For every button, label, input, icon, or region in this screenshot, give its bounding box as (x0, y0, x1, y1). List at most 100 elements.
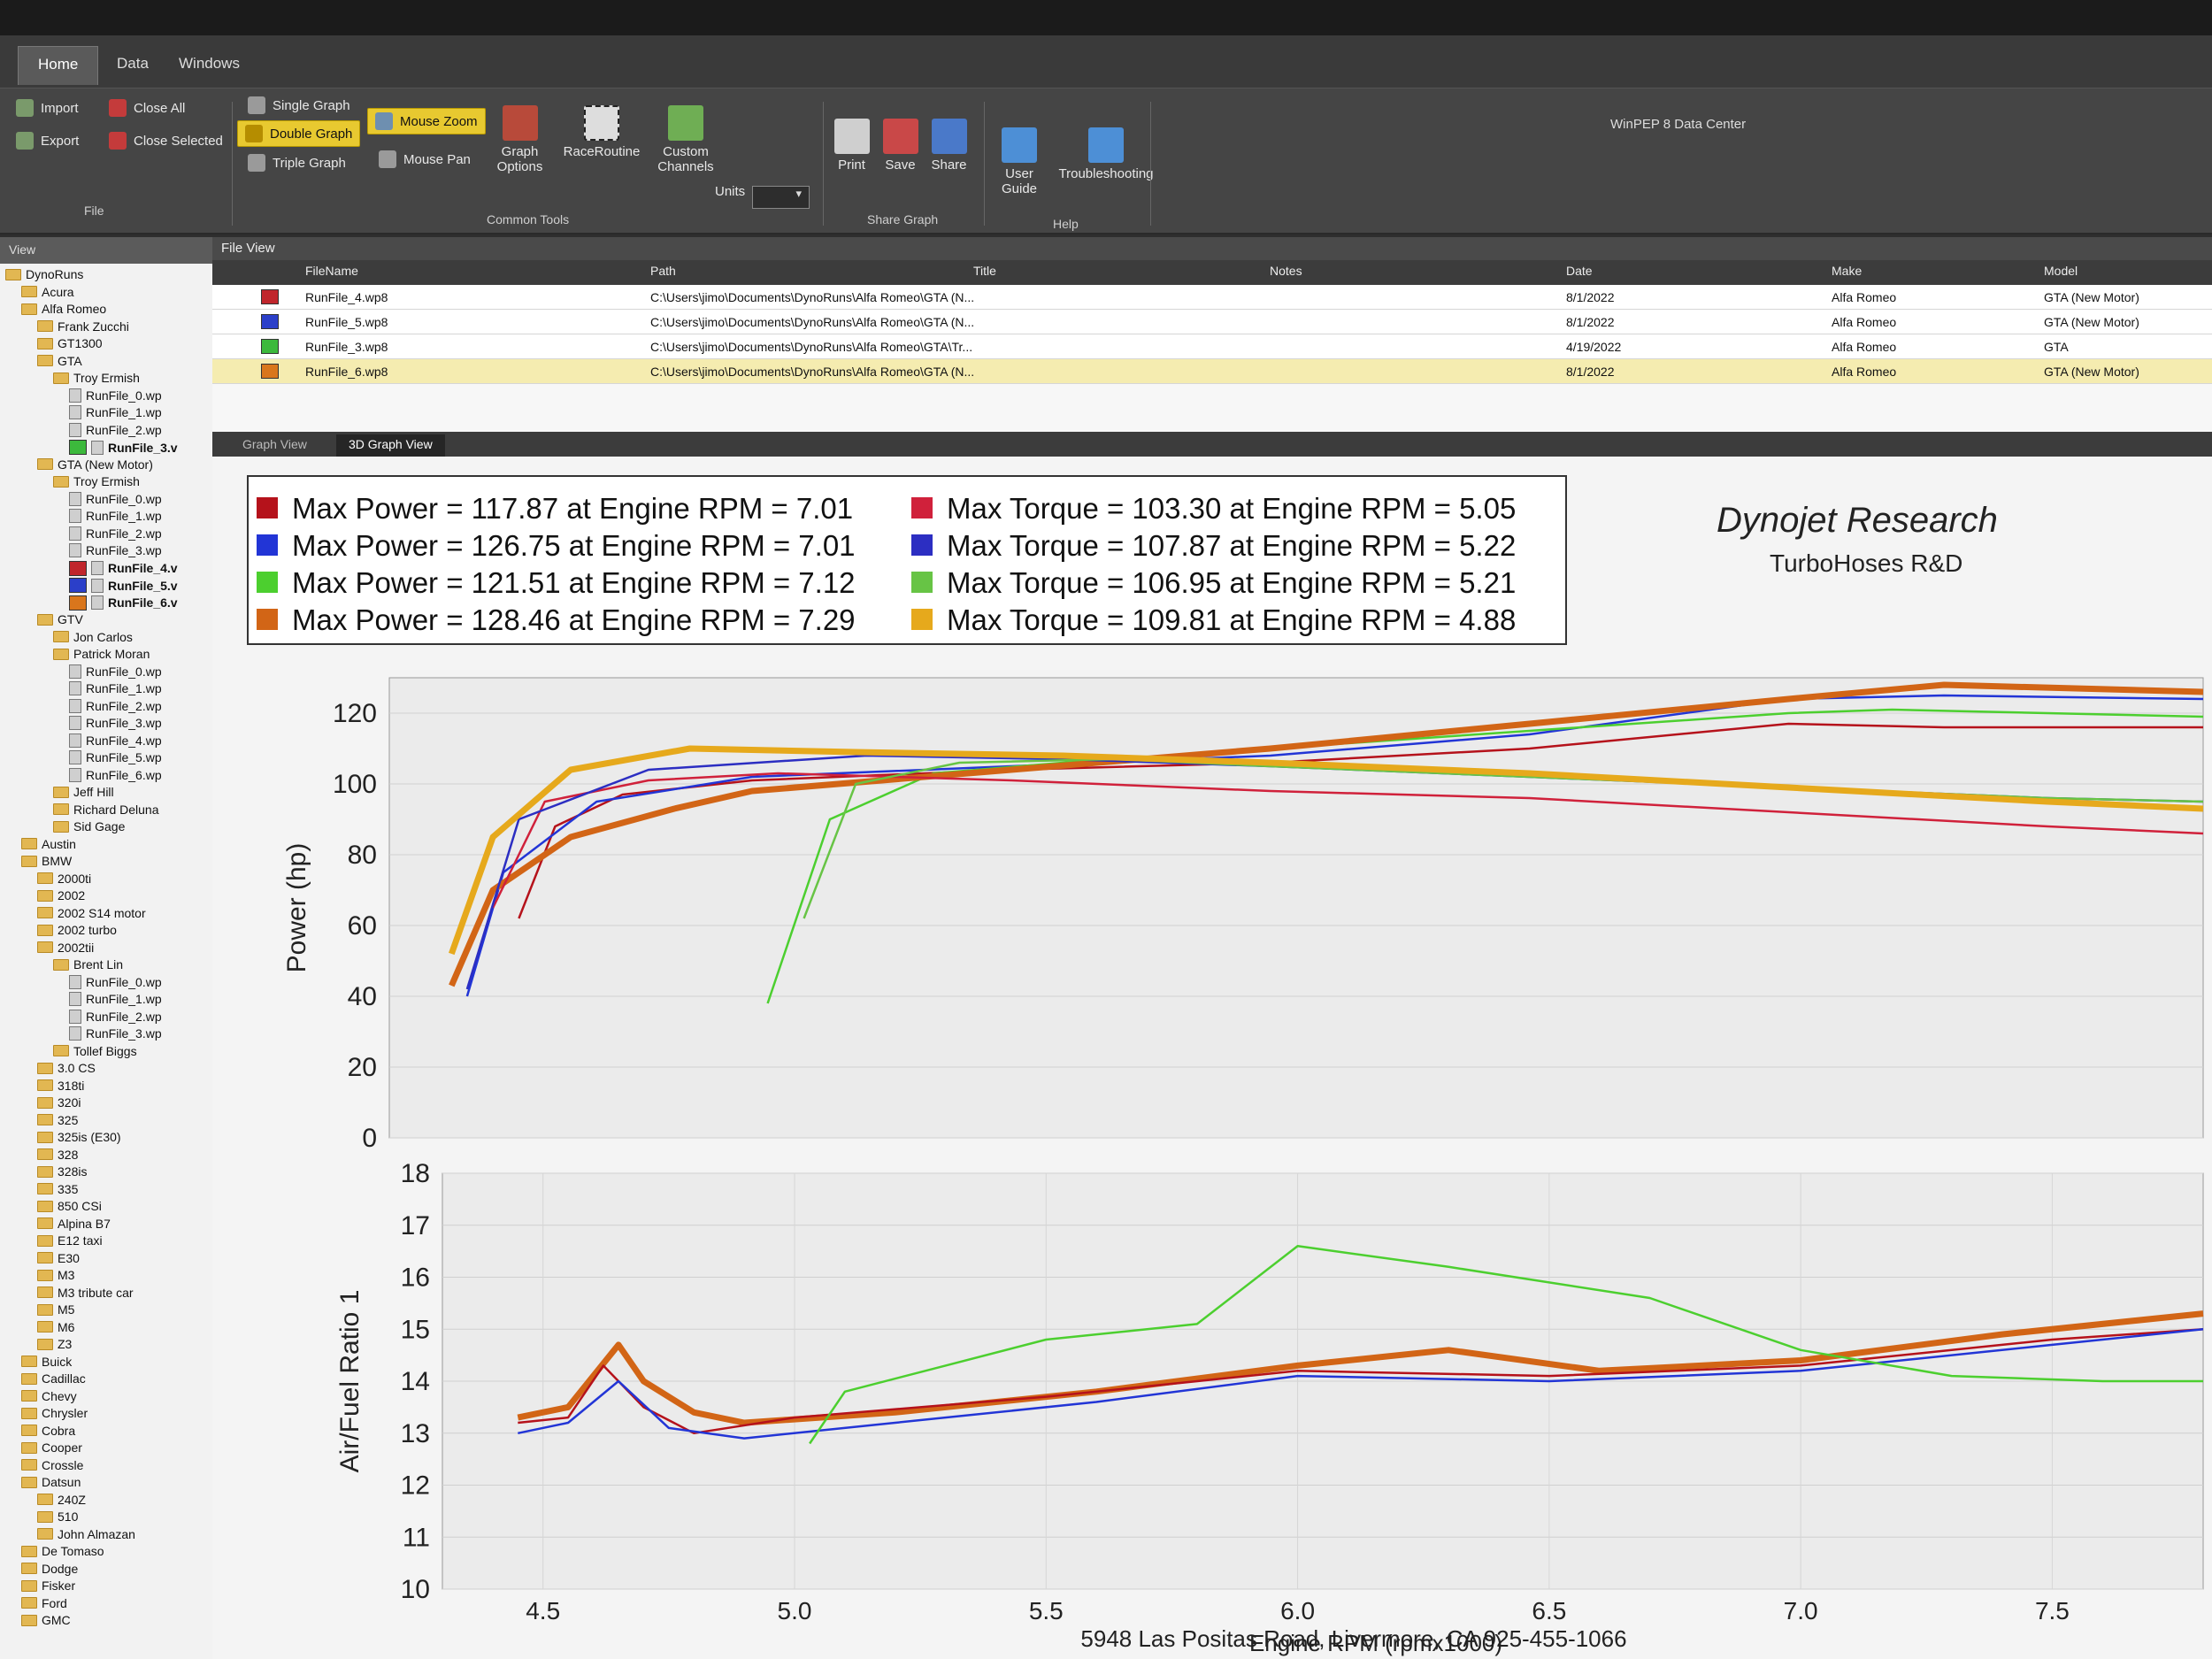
tree-item[interactable]: Troy Ermish (53, 371, 140, 385)
run-color-swatch[interactable] (261, 339, 279, 354)
tree-item[interactable]: RunFile_3.wp (69, 1026, 162, 1041)
tree-item[interactable]: Patrick Moran (53, 647, 150, 661)
tree-item[interactable]: 3.0 CS (37, 1061, 96, 1075)
tree-item[interactable]: 325is (E30) (37, 1130, 121, 1144)
tree-item[interactable]: 325 (37, 1113, 78, 1127)
tree-item[interactable]: M6 (37, 1320, 74, 1334)
file-table-row[interactable]: RunFile_5.wp8 C:\Users\jimo\Documents\Dyn… (212, 310, 2212, 334)
tree-item[interactable]: RunFile_1.wp (69, 509, 162, 523)
tree-item[interactable]: M3 (37, 1268, 74, 1282)
tree-item[interactable]: GT1300 (37, 336, 103, 350)
tab-home[interactable]: Home (18, 46, 99, 85)
column-model[interactable]: Model (2044, 264, 2078, 278)
tree-item[interactable]: RunFile_6.v (69, 595, 178, 611)
tree-item[interactable]: 2002 (37, 888, 85, 902)
tree-item[interactable]: Richard Deluna (53, 803, 159, 817)
triple-graph-button[interactable]: Triple Graph (241, 150, 353, 175)
tree-item[interactable]: Frank Zucchi (37, 319, 129, 334)
tree-item[interactable]: 850 CSi (37, 1199, 102, 1213)
tree-item[interactable]: RunFile_6.wp (69, 767, 162, 782)
share-button[interactable]: Share (925, 115, 973, 176)
tree-item[interactable]: GTV (37, 612, 83, 626)
file-table-row[interactable]: RunFile_4.wp8 C:\Users\jimo\Documents\Dyn… (212, 285, 2212, 310)
close-selected-button[interactable]: Close Selected (102, 128, 230, 153)
tree-item[interactable]: Jon Carlos (53, 630, 133, 644)
tree-item[interactable]: Alpina B7 (37, 1217, 111, 1231)
close-all-button[interactable]: Close All (102, 96, 192, 120)
tree-item[interactable]: 335 (37, 1182, 78, 1196)
file-table-row[interactable]: RunFile_3.wp8 C:\Users\jimo\Documents\Dyn… (212, 334, 2212, 359)
tree-item[interactable]: DynoRuns (5, 267, 83, 281)
tree-item[interactable]: 2002 S14 motor (37, 906, 146, 920)
tree-item[interactable]: 240Z (37, 1493, 86, 1507)
tree-item[interactable]: Cadillac (21, 1371, 86, 1386)
mouse-pan-button[interactable]: Mouse Pan (372, 147, 478, 172)
tree-item[interactable]: De Tomaso (21, 1544, 104, 1558)
save-button[interactable]: Save (876, 115, 925, 176)
run-color-swatch[interactable] (261, 364, 279, 379)
mouse-zoom-button[interactable]: Mouse Zoom (367, 108, 486, 134)
units-dropdown[interactable]: ▾ (752, 186, 810, 209)
tree-item[interactable]: Z3 (37, 1337, 72, 1351)
tree-item[interactable]: RunFile_5.v (69, 578, 178, 593)
column-filename[interactable]: FileName (305, 264, 358, 278)
tree-item[interactable]: 328 (37, 1148, 78, 1162)
tree-item[interactable]: GTA (New Motor) (37, 457, 153, 472)
tree-item[interactable]: RunFile_2.wp (69, 526, 162, 541)
tree-item[interactable]: Cobra (21, 1424, 75, 1438)
tree-item[interactable]: M3 tribute car (37, 1286, 134, 1300)
tree-item[interactable]: RunFile_3.wp (69, 716, 162, 730)
user-guide-button[interactable]: User Guide (984, 124, 1055, 200)
file-table-row[interactable]: RunFile_6.wp8 C:\Users\jimo\Documents\Dyn… (212, 359, 2212, 384)
tree-item[interactable]: BMW (21, 854, 72, 868)
tree-item[interactable]: RunFile_4.v (69, 560, 178, 576)
tree-item[interactable]: Austin (21, 837, 76, 851)
tree-item[interactable]: Troy Ermish (53, 474, 140, 488)
tree-item[interactable]: RunFile_0.wp (69, 388, 162, 403)
tree-item[interactable]: Alfa Romeo (21, 302, 106, 316)
import-button[interactable]: Import (9, 96, 86, 120)
tree-item[interactable]: 2002 turbo (37, 923, 117, 937)
tree-item[interactable]: RunFile_3.wp (69, 543, 162, 557)
tree-item[interactable]: RunFile_1.wp (69, 681, 162, 695)
tree-item[interactable]: RunFile_5.wp (69, 750, 162, 764)
tree-item[interactable]: RunFile_4.wp (69, 733, 162, 748)
tree-item[interactable]: E12 taxi (37, 1233, 103, 1248)
tree-item[interactable]: RunFile_0.wp (69, 664, 162, 679)
graph-options-button[interactable]: Graph Options (491, 102, 549, 178)
tree-item[interactable]: Cooper (21, 1440, 82, 1455)
tree-item[interactable]: RunFile_0.wp (69, 974, 162, 989)
tab-windows[interactable]: Windows (159, 46, 259, 85)
tree-item[interactable]: GMC (21, 1613, 71, 1627)
tree-item[interactable]: RunFile_0.wp (69, 491, 162, 506)
tree-item[interactable]: Dodge (21, 1562, 78, 1576)
tree-item[interactable]: Chrysler (21, 1406, 88, 1420)
tree-item[interactable]: 510 (37, 1509, 78, 1524)
tree-item[interactable]: RunFile_2.wp (69, 698, 162, 713)
column-notes[interactable]: Notes (1270, 264, 1302, 278)
tree-item[interactable]: RunFile_2.wp (69, 422, 162, 437)
tree-item[interactable]: 328is (37, 1164, 87, 1179)
export-button[interactable]: Export (9, 128, 86, 153)
tree-item[interactable]: RunFile_1.wp (69, 405, 162, 419)
tree-item[interactable]: Fisker (21, 1578, 75, 1593)
tree-item[interactable]: Acura (21, 285, 74, 299)
column-path[interactable]: Path (650, 264, 676, 278)
tree-item[interactable]: Chevy (21, 1389, 77, 1403)
tab-3d-graph-view[interactable]: 3D Graph View (336, 434, 445, 457)
tree-item[interactable]: M5 (37, 1302, 74, 1317)
custom-channels-button[interactable]: Custom Channels (650, 102, 721, 178)
tree-item[interactable]: Crossle (21, 1458, 83, 1472)
tree-item[interactable]: Brent Lin (53, 957, 123, 972)
column-make[interactable]: Make (1832, 264, 1862, 278)
tree-item[interactable]: 320i (37, 1095, 81, 1110)
tree-item[interactable]: Buick (21, 1355, 72, 1369)
tree-item[interactable]: RunFile_1.wp (69, 992, 162, 1006)
tree-item[interactable]: RunFile_3.v (69, 440, 178, 455)
tab-graph-view[interactable]: Graph View (230, 434, 319, 457)
run-color-swatch[interactable] (261, 289, 279, 304)
tree-item[interactable]: E30 (37, 1251, 80, 1265)
run-color-swatch[interactable] (261, 314, 279, 329)
race-routine-button[interactable]: RaceRoutine (557, 102, 646, 163)
tree-item[interactable]: Datsun (21, 1475, 81, 1489)
